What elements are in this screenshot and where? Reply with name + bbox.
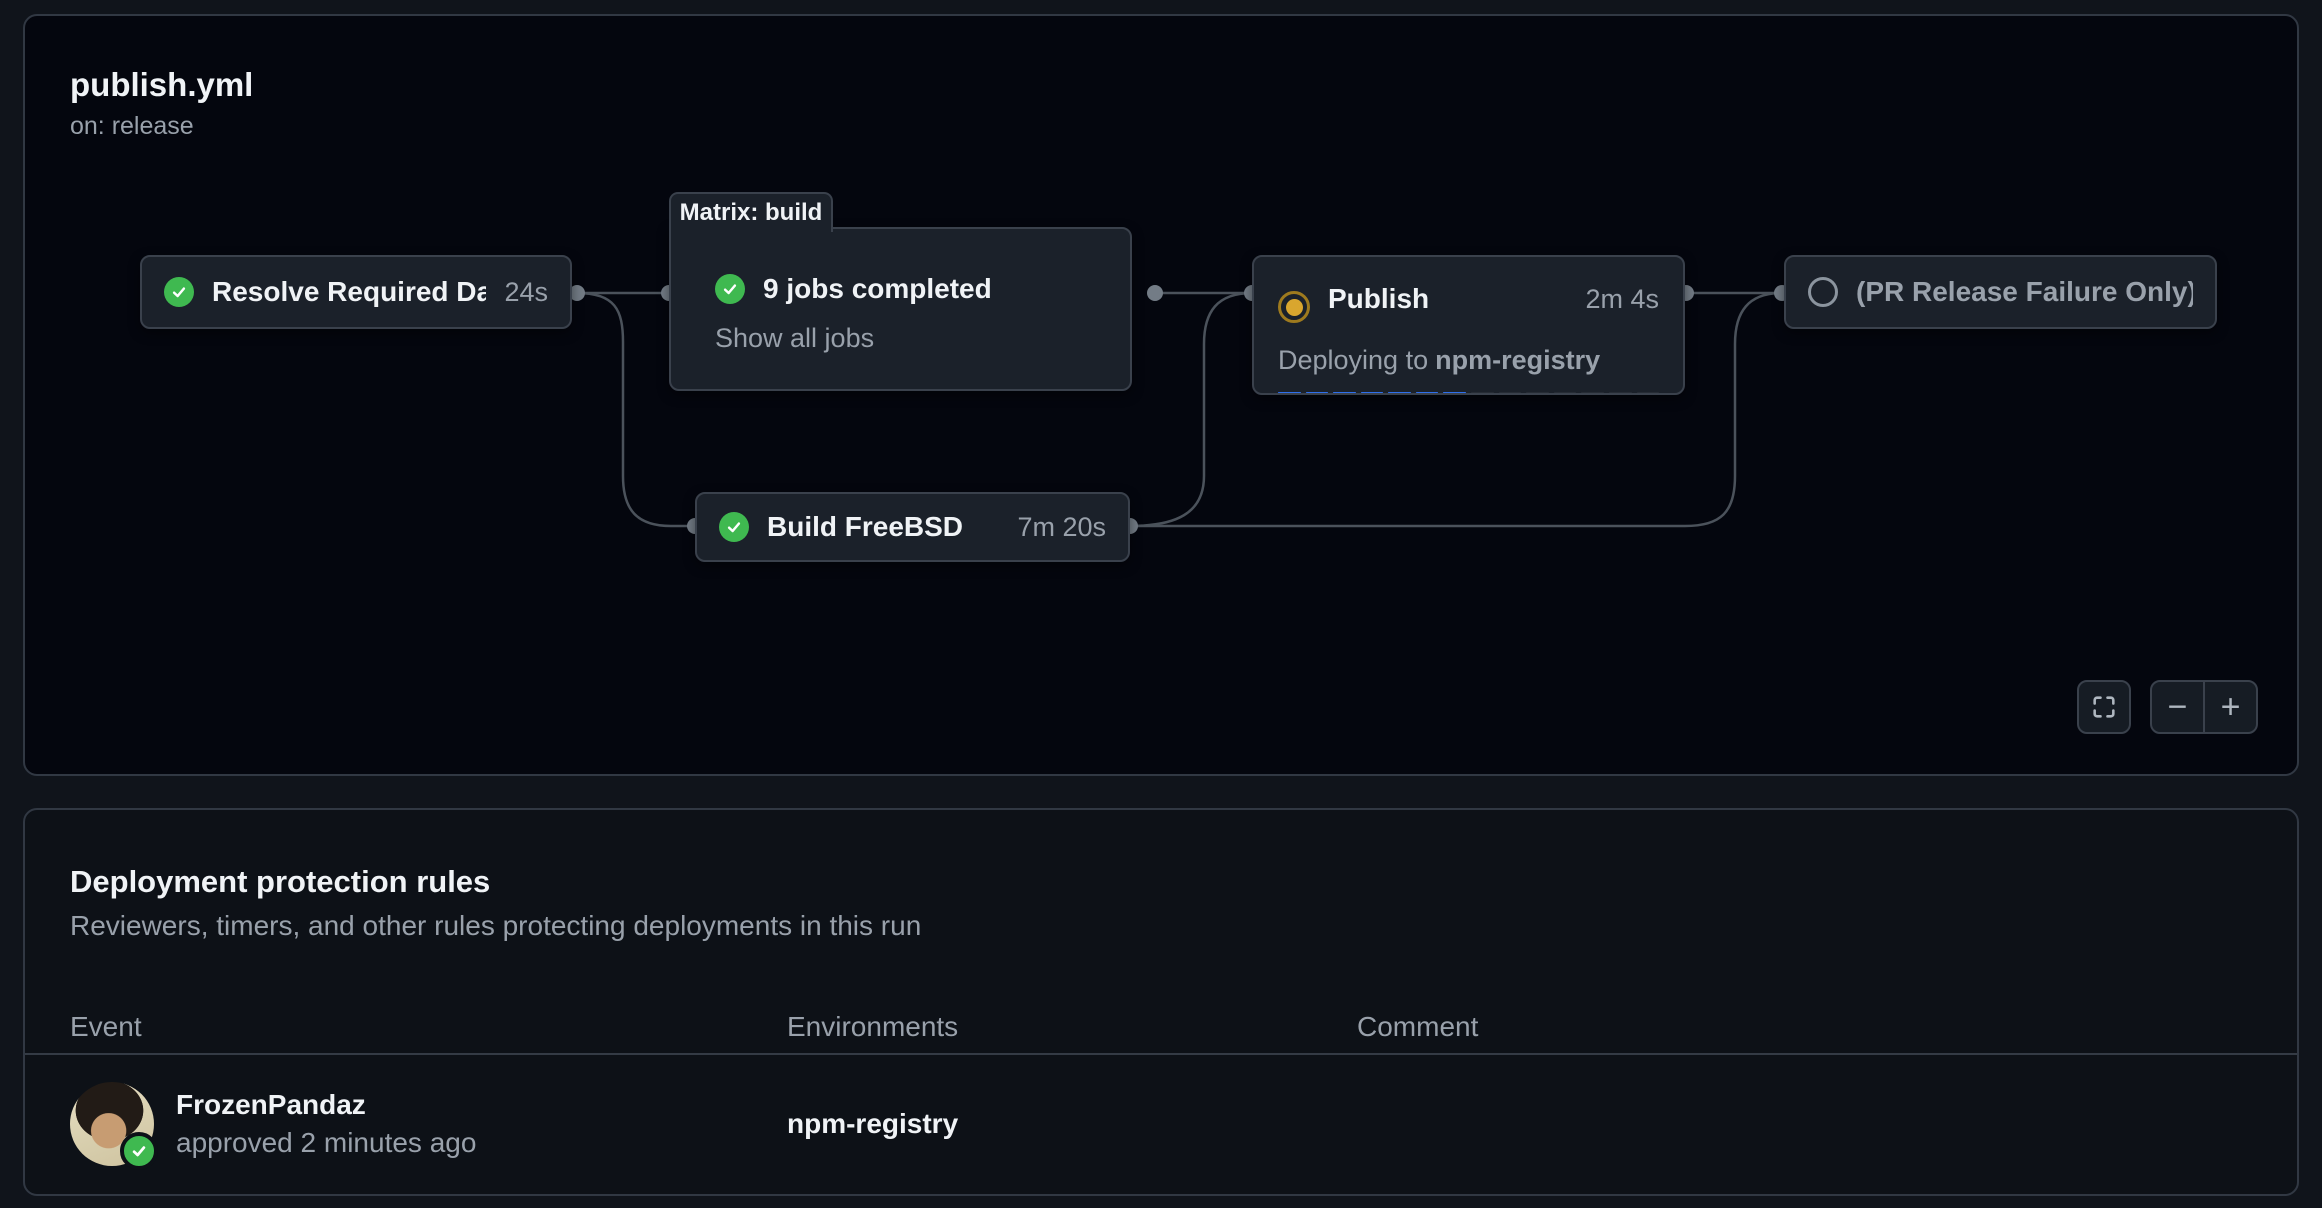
progress-segment bbox=[1388, 392, 1411, 393]
event-cell: FrozenPandaz approved 2 minutes ago bbox=[70, 1082, 787, 1166]
progress-segment bbox=[1581, 392, 1604, 393]
progress-segment bbox=[1609, 392, 1632, 393]
approved-badge-icon bbox=[120, 1132, 158, 1170]
success-check-icon bbox=[715, 274, 745, 304]
fullscreen-icon bbox=[2090, 693, 2118, 721]
progress-segment bbox=[1333, 392, 1356, 393]
job-duration: 2m 4s bbox=[1585, 284, 1659, 315]
progress-segment bbox=[1361, 392, 1384, 393]
matrix-group-tab: Matrix: build bbox=[669, 192, 833, 232]
page: publish.yml on: release Resolve Required bbox=[0, 0, 2322, 1208]
deploy-progress bbox=[1278, 392, 1659, 393]
progress-segment bbox=[1471, 392, 1494, 393]
job-node-matrix-build[interactable]: 9 jobs completed Show all jobs bbox=[669, 227, 1132, 391]
job-label: (PR Release Failure Only) Cre... bbox=[1856, 276, 2193, 308]
column-header-comment: Comment bbox=[1357, 1011, 2252, 1043]
zoom-controls: − + bbox=[2150, 680, 2258, 734]
job-duration: 24s bbox=[504, 277, 548, 308]
success-check-icon bbox=[719, 512, 749, 542]
protection-header: Deployment protection rules Reviewers, t… bbox=[70, 862, 921, 942]
avatar-wrap bbox=[70, 1082, 154, 1166]
progress-segment bbox=[1416, 392, 1439, 393]
pending-circle-icon bbox=[1808, 277, 1838, 307]
job-node-pr-release-failure[interactable]: (PR Release Failure Only) Cre... bbox=[1784, 255, 2217, 329]
workflow-header: publish.yml on: release bbox=[70, 64, 253, 141]
matrix-summary-row: 9 jobs completed bbox=[715, 273, 1106, 305]
table-header-row: Event Environments Comment bbox=[25, 1005, 2297, 1049]
connector-dot bbox=[1147, 285, 1163, 301]
job-duration: 7m 20s bbox=[1017, 512, 1106, 543]
protection-subtitle: Reviewers, timers, and other rules prote… bbox=[70, 910, 921, 942]
job-node-resolve-required-data[interactable]: Resolve Required Data 24s bbox=[140, 255, 572, 329]
table-row: FrozenPandaz approved 2 minutes ago npm-… bbox=[25, 1055, 2297, 1192]
workflow-title: publish.yml bbox=[70, 64, 253, 106]
graph-edges bbox=[25, 16, 2301, 778]
progress-segment bbox=[1554, 392, 1577, 393]
deploy-target: npm-registry bbox=[1435, 345, 1600, 375]
reviewer-name: FrozenPandaz bbox=[176, 1089, 476, 1121]
column-header-event: Event bbox=[70, 1011, 787, 1043]
job-label: Resolve Required Data bbox=[212, 276, 486, 308]
publish-title-row: Publish 2m 4s bbox=[1278, 275, 1659, 323]
zoom-in-button[interactable]: + bbox=[2205, 682, 2256, 732]
deploy-prefix: Deploying to bbox=[1278, 345, 1428, 375]
job-label: Build FreeBSD bbox=[767, 511, 999, 543]
deployment-protection-card: Deployment protection rules Reviewers, t… bbox=[23, 808, 2299, 1196]
job-node-publish[interactable]: Publish 2m 4s Deploying tonpm-registry bbox=[1252, 255, 1685, 395]
in-progress-icon bbox=[1278, 291, 1310, 323]
success-check-icon bbox=[164, 277, 194, 307]
protection-title: Deployment protection rules bbox=[70, 862, 921, 902]
show-all-jobs-link[interactable]: Show all jobs bbox=[715, 323, 874, 354]
fullscreen-button[interactable] bbox=[2077, 680, 2131, 734]
event-info: FrozenPandaz approved 2 minutes ago bbox=[176, 1089, 476, 1159]
progress-segment bbox=[1306, 392, 1329, 393]
progress-segment bbox=[1637, 392, 1660, 393]
deploy-status-line: Deploying tonpm-registry bbox=[1278, 345, 1659, 376]
progress-segment bbox=[1278, 392, 1301, 393]
zoom-out-button[interactable]: − bbox=[2152, 682, 2205, 732]
progress-segment bbox=[1526, 392, 1549, 393]
workflow-trigger: on: release bbox=[70, 112, 253, 141]
progress-segment bbox=[1499, 392, 1522, 393]
matrix-summary-label: 9 jobs completed bbox=[763, 273, 1106, 305]
workflow-graph-card: publish.yml on: release Resolve Required bbox=[23, 14, 2299, 776]
progress-segment bbox=[1443, 392, 1466, 393]
job-label: Publish bbox=[1328, 283, 1567, 315]
environment-name: npm-registry bbox=[787, 1108, 1357, 1140]
job-node-build-freebsd[interactable]: Build FreeBSD 7m 20s bbox=[695, 492, 1130, 562]
approval-status: approved 2 minutes ago bbox=[176, 1127, 476, 1159]
column-header-environments: Environments bbox=[787, 1011, 1357, 1043]
edge-path bbox=[1130, 293, 1252, 526]
